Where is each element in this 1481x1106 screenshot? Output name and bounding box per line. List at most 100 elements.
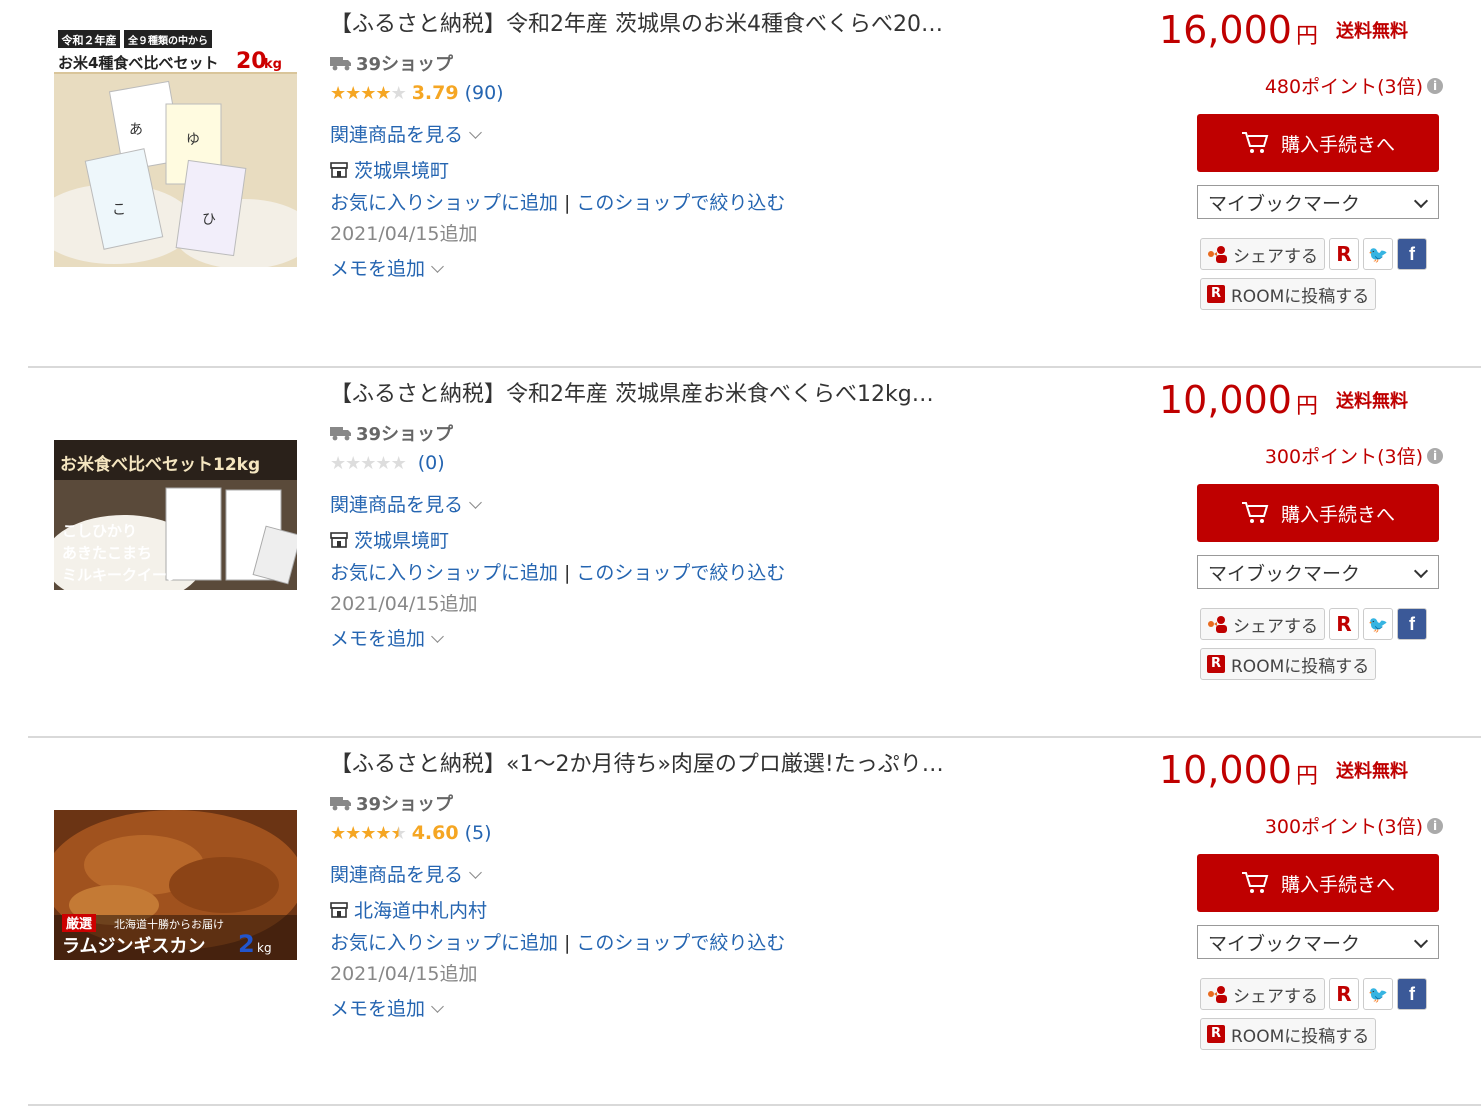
add-memo-link[interactable]: メモを追加 — [330, 994, 444, 1021]
info-icon[interactable]: i — [1427, 77, 1443, 94]
divider — [28, 366, 1481, 368]
added-date: 2021/04/15追加 — [330, 593, 478, 615]
checkout-button[interactable]: 購入手続きへ — [1197, 114, 1439, 172]
memo-label: メモを追加 — [330, 258, 426, 280]
facebook-icon[interactable]: f — [1397, 608, 1427, 640]
chevron-down-icon — [1413, 933, 1429, 949]
share-button[interactable]: シェアする — [1200, 608, 1325, 640]
info-icon[interactable]: i — [1427, 817, 1443, 834]
room-post-button[interactable]: R ROOMに投稿する — [1200, 1018, 1377, 1050]
star-icon: ★ — [375, 452, 391, 474]
store-icon — [330, 901, 348, 918]
product-title[interactable]: 【ふるさと納税】«1～2か月待ち»肉屋のプロ厳選!たっぷり… — [330, 746, 1070, 778]
memo-label: メモを追加 — [330, 998, 426, 1020]
related-products-link[interactable]: 関連商品を見る — [330, 860, 482, 887]
star-icon: ★ — [345, 822, 361, 844]
star-icon: ★ — [360, 822, 376, 844]
rakuten-icon[interactable]: R — [1329, 238, 1359, 270]
checkout-button[interactable]: 購入手続きへ — [1197, 484, 1439, 542]
locale-link[interactable]: 茨城県境町 — [330, 156, 449, 183]
related-products-link[interactable]: 関連商品を見る — [330, 490, 482, 517]
store-icon — [330, 531, 348, 548]
share-icon — [1208, 246, 1227, 263]
svg-text:ひ: ひ — [202, 212, 216, 228]
thumb-text: ラムジンギスカン — [62, 936, 205, 957]
rating[interactable]: ★★★★★ (0) — [330, 452, 445, 474]
share-button[interactable]: シェアする — [1200, 978, 1325, 1010]
thumb-text: こしひかり — [62, 522, 137, 540]
shop-name[interactable]: 39ショップ — [330, 420, 453, 446]
add-memo-link[interactable]: メモを追加 — [330, 254, 444, 281]
related-label: 関連商品を見る — [330, 864, 464, 886]
product-item: お米食べ比べセット12kg こしひかり あきたこまち ミルキークイーン 【ふるさ… — [28, 370, 1481, 740]
rating[interactable]: ★★★★★ 3.79 (90) — [330, 82, 504, 104]
thumb-text: ミルキークイーン — [62, 566, 181, 584]
facebook-icon[interactable]: f — [1397, 238, 1427, 270]
thumb-text: 北海道十勝からお届け — [114, 917, 224, 931]
room-icon: R — [1207, 655, 1225, 673]
filter-shop-link[interactable]: このショップで絞り込む — [576, 192, 785, 214]
review-count[interactable]: (0) — [418, 452, 445, 474]
star-icon: ★ — [390, 822, 407, 844]
favorite-shop-link[interactable]: お気に入りショップに追加 — [330, 932, 558, 954]
review-count[interactable]: (5) — [465, 822, 492, 844]
thumb-text: あきたこまち — [62, 544, 152, 562]
thumb-text: お米食べ比べセット12kg — [60, 454, 260, 475]
locale-link[interactable]: 茨城県境町 — [330, 526, 449, 553]
room-icon: R — [1207, 285, 1225, 303]
social-buttons: シェアする R 🐦 f — [1200, 608, 1427, 640]
star-icon: ★ — [330, 82, 346, 104]
filter-shop-link[interactable]: このショップで絞り込む — [576, 932, 785, 954]
rakuten-icon[interactable]: R — [1329, 978, 1359, 1010]
star-icon: ★ — [390, 452, 407, 474]
yen-label: 円 — [1295, 394, 1318, 419]
share-button[interactable]: シェアする — [1200, 238, 1325, 270]
chevron-down-icon — [431, 1000, 444, 1013]
info-icon[interactable]: i — [1427, 447, 1443, 464]
rating-score: 4.60 — [411, 822, 459, 844]
free-shipping-label: 送料無料 — [1335, 761, 1408, 782]
social-buttons: シェアする R 🐦 f — [1200, 978, 1427, 1010]
locale-label: 茨城県境町 — [354, 160, 450, 182]
star-icon: ★ — [330, 452, 346, 474]
product-title[interactable]: 【ふるさと納税】令和2年産 茨城県のお米4種食べくらべ20… — [330, 6, 1070, 38]
rating-score: 3.79 — [411, 82, 459, 104]
twitter-icon[interactable]: 🐦 — [1363, 238, 1393, 270]
rakuten-icon[interactable]: R — [1329, 608, 1359, 640]
add-memo-link[interactable]: メモを追加 — [330, 624, 444, 651]
twitter-icon[interactable]: 🐦 — [1363, 978, 1393, 1010]
chevron-down-icon — [1413, 193, 1429, 209]
shop-name[interactable]: 39ショップ — [330, 50, 453, 76]
truck-icon — [330, 797, 351, 811]
checkout-button[interactable]: 購入手続きへ — [1197, 854, 1439, 912]
bookmark-select[interactable]: マイブックマーク — [1197, 925, 1439, 959]
product-thumbnail[interactable]: お米食べ比べセット12kg こしひかり あきたこまち ミルキークイーン — [54, 440, 297, 590]
product-thumbnail[interactable]: 令和２年産 全９種類の中から お米4種食べ比べセット 20 kg あ ゆ こ ひ — [54, 24, 297, 267]
bookmark-select[interactable]: マイブックマーク — [1197, 555, 1439, 589]
favorite-shop-link[interactable]: お気に入りショップに追加 — [330, 562, 558, 584]
related-products-link[interactable]: 関連商品を見る — [330, 120, 482, 147]
shop-name[interactable]: 39ショップ — [330, 790, 453, 816]
room-post-button[interactable]: R ROOMに投稿する — [1200, 278, 1377, 310]
bookmark-select[interactable]: マイブックマーク — [1197, 185, 1439, 219]
cart-icon — [1241, 132, 1269, 153]
star-rating: ★★★★★ — [330, 822, 407, 844]
checkout-label: 購入手続きへ — [1280, 873, 1395, 896]
product-title[interactable]: 【ふるさと納税】令和2年産 茨城県産お米食べくらべ12kg… — [330, 376, 1070, 408]
shop-links: お気に入りショップに追加 | このショップで絞り込む — [330, 558, 785, 585]
rating[interactable]: ★★★★★ 4.60 (5) — [330, 822, 492, 844]
locale-link[interactable]: 北海道中札内村 — [330, 896, 487, 923]
review-count[interactable]: (90) — [465, 82, 504, 104]
room-post-button[interactable]: R ROOMに投稿する — [1200, 648, 1377, 680]
share-label: シェアする — [1233, 986, 1318, 1007]
product-item: 厳選 北海道十勝からお届け ラムジンギスカン 2 kg 【ふるさと納税】«1～2… — [28, 740, 1481, 1106]
filter-shop-link[interactable]: このショップで絞り込む — [576, 562, 785, 584]
product-thumbnail[interactable]: 厳選 北海道十勝からお届け ラムジンギスカン 2 kg — [54, 810, 297, 960]
star-icon: ★ — [345, 82, 361, 104]
points-label: 300ポイント(3倍) — [1264, 816, 1423, 838]
facebook-icon[interactable]: f — [1397, 978, 1427, 1010]
free-shipping-label: 送料無料 — [1335, 391, 1408, 412]
twitter-icon[interactable]: 🐦 — [1363, 608, 1393, 640]
favorite-shop-link[interactable]: お気に入りショップに追加 — [330, 192, 558, 214]
points-label: 300ポイント(3倍) — [1264, 446, 1423, 468]
